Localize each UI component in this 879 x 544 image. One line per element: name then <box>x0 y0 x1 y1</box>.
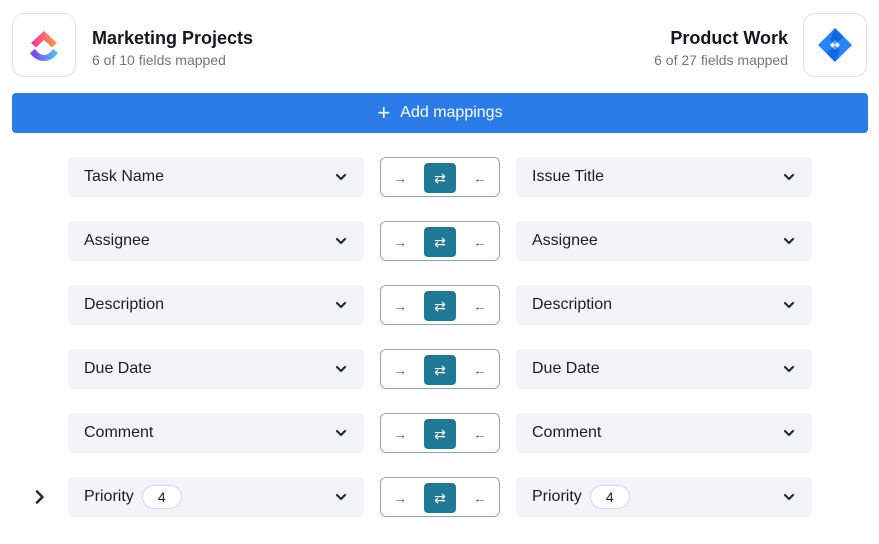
target-field-label: Issue Title <box>532 168 605 185</box>
chevron-down-icon <box>782 234 796 248</box>
source-project-name: Marketing Projects <box>92 28 254 48</box>
direction-bidirectional-button[interactable]: ⇄ <box>424 419 456 449</box>
mapping-row: Description → ⇄ ← Description <box>0 285 879 325</box>
sync-direction-toggle: → ⇄ ← <box>380 413 500 453</box>
direction-bidirectional-button[interactable]: ⇄ <box>424 291 456 321</box>
direction-right-to-left-button[interactable]: ← <box>464 419 496 449</box>
target-field-label: Due Date <box>532 360 600 377</box>
target-field-select[interactable]: Assignee <box>516 221 812 261</box>
target-field-label: Assignee <box>532 232 598 249</box>
source-project-info: Marketing Projects 6 of 10 fields mapped <box>92 26 253 70</box>
source-field-select[interactable]: Assignee <box>68 221 364 261</box>
direction-left-to-right-button[interactable]: → <box>384 291 416 321</box>
target-field-select[interactable]: Description <box>516 285 812 325</box>
direction-right-to-left-button[interactable]: ← <box>464 227 496 257</box>
add-mappings-label: Add mappings <box>400 104 503 121</box>
target-field-count-badge: 4 <box>589 485 630 509</box>
target-field-label: Priority <box>532 488 582 505</box>
direction-left-to-right-button[interactable]: → <box>384 419 416 449</box>
source-field-count-badge: 4 <box>141 485 182 509</box>
chevron-down-icon <box>334 234 348 248</box>
mapping-row: Due Date → ⇄ ← Due Date <box>0 349 879 389</box>
sync-direction-toggle: → ⇄ ← <box>380 477 500 517</box>
source-field-select[interactable]: Priority 4 <box>68 477 364 517</box>
source-field-label: Due Date <box>84 360 152 377</box>
chevron-down-icon <box>782 298 796 312</box>
source-field-label: Priority <box>84 488 134 505</box>
chevron-down-icon <box>782 170 796 184</box>
chevron-down-icon <box>782 426 796 440</box>
source-fields-mapped: 6 of 10 fields mapped <box>92 52 226 68</box>
direction-bidirectional-button[interactable]: ⇄ <box>424 483 456 513</box>
target-fields-mapped: 6 of 27 fields mapped <box>654 52 788 68</box>
source-app-logo <box>12 13 76 77</box>
chevron-down-icon <box>782 362 796 376</box>
mapping-row: Task Name → ⇄ ← Issue Title <box>0 157 879 197</box>
add-mappings-button[interactable]: + Add mappings <box>12 93 868 133</box>
mapping-row: Assignee → ⇄ ← Assignee <box>0 221 879 261</box>
sync-direction-toggle: → ⇄ ← <box>380 157 500 197</box>
direction-right-to-left-button[interactable]: ← <box>464 483 496 513</box>
source-field-select[interactable]: Due Date <box>68 349 364 389</box>
direction-left-to-right-button[interactable]: → <box>384 483 416 513</box>
source-field-label: Description <box>84 296 165 313</box>
target-field-select[interactable]: Due Date <box>516 349 812 389</box>
target-project-name: Product Work <box>670 28 788 48</box>
mapping-row: Priority 4 → ⇄ ← Priority 4 <box>0 477 879 517</box>
chevron-down-icon <box>782 490 796 504</box>
source-field-select[interactable]: Description <box>68 285 364 325</box>
plus-icon: + <box>377 100 391 125</box>
target-field-select[interactable]: Issue Title <box>516 157 812 197</box>
jira-logo-icon <box>818 28 852 62</box>
direction-right-to-left-button[interactable]: ← <box>464 355 496 385</box>
direction-left-to-right-button[interactable]: → <box>384 163 416 193</box>
target-field-select[interactable]: Priority 4 <box>516 477 812 517</box>
target-field-label: Description <box>532 296 613 313</box>
target-app-logo <box>803 13 867 77</box>
target-field-select[interactable]: Comment <box>516 413 812 453</box>
chevron-down-icon <box>334 362 348 376</box>
chevron-down-icon <box>334 426 348 440</box>
direction-right-to-left-button[interactable]: ← <box>464 163 496 193</box>
mapping-header: Marketing Projects 6 of 10 fields mapped… <box>0 0 879 92</box>
expand-chevron-right-icon[interactable] <box>32 489 48 505</box>
direction-left-to-right-button[interactable]: → <box>384 355 416 385</box>
sync-direction-toggle: → ⇄ ← <box>380 221 500 261</box>
direction-right-to-left-button[interactable]: ← <box>464 291 496 321</box>
direction-bidirectional-button[interactable]: ⇄ <box>424 227 456 257</box>
source-field-select[interactable]: Task Name <box>68 157 364 197</box>
sync-direction-toggle: → ⇄ ← <box>380 349 500 389</box>
chevron-down-icon <box>334 170 348 184</box>
chevron-down-icon <box>334 298 348 312</box>
source-field-label: Task Name <box>84 168 165 185</box>
direction-left-to-right-button[interactable]: → <box>384 227 416 257</box>
sync-direction-toggle: → ⇄ ← <box>380 285 500 325</box>
source-field-label: Comment <box>84 424 154 441</box>
mapping-row: Comment → ⇄ ← Comment <box>0 413 879 453</box>
target-project-info: Product Work 6 of 27 fields mapped <box>654 26 788 70</box>
direction-bidirectional-button[interactable]: ⇄ <box>424 163 456 193</box>
chevron-down-icon <box>334 490 348 504</box>
direction-bidirectional-button[interactable]: ⇄ <box>424 355 456 385</box>
target-field-label: Comment <box>532 424 602 441</box>
clickup-logo-icon <box>30 31 58 61</box>
source-field-select[interactable]: Comment <box>68 413 364 453</box>
source-field-label: Assignee <box>84 232 150 249</box>
